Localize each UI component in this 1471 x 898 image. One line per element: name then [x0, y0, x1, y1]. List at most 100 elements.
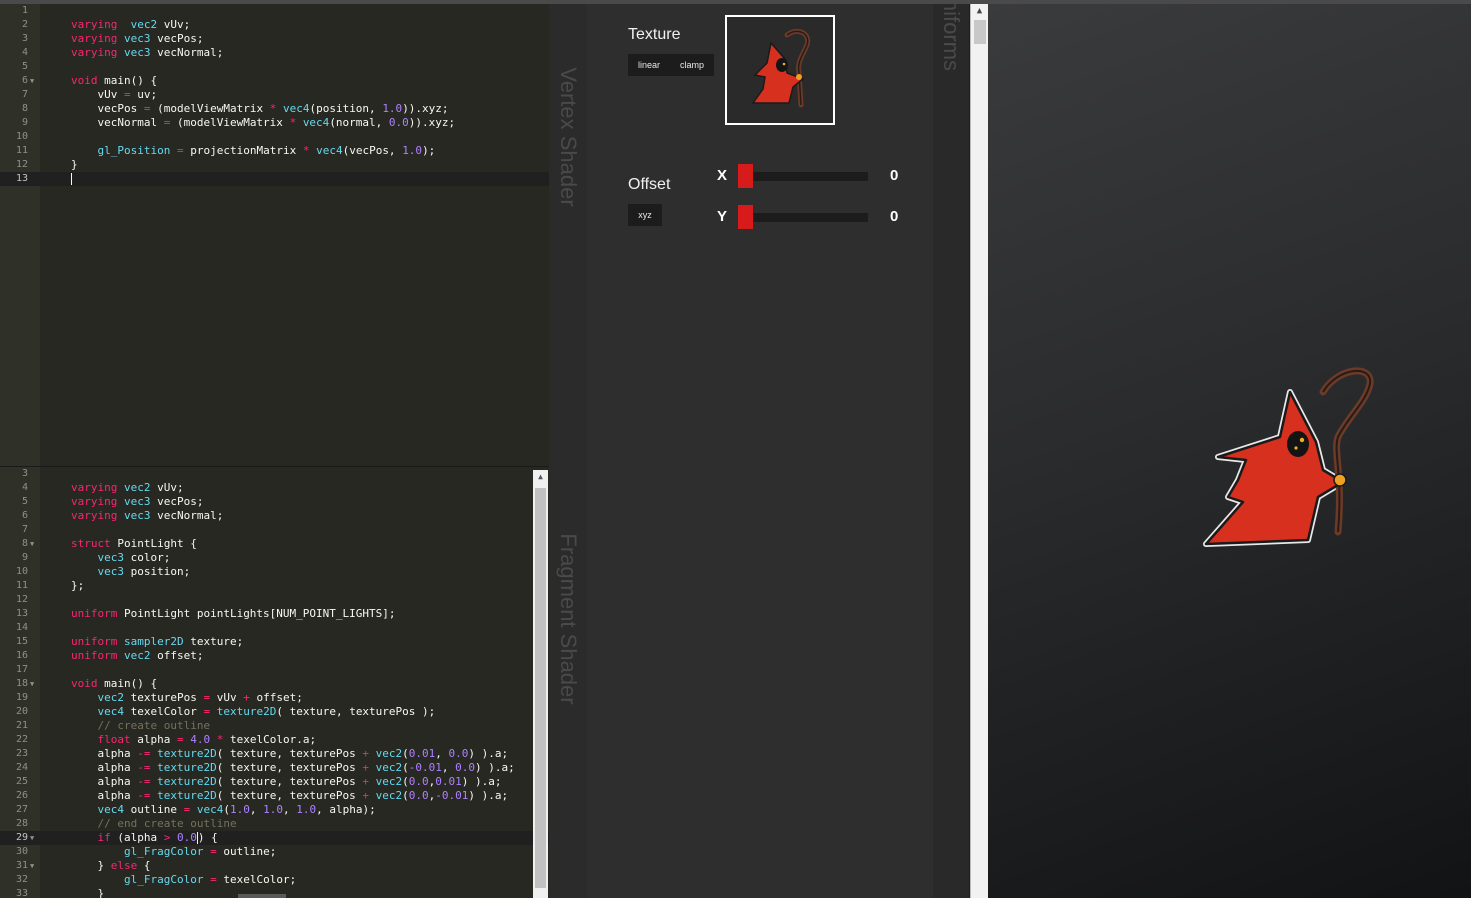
render-viewport[interactable]: [988, 4, 1471, 898]
code-line[interactable]: 18 ▼ void main() {: [0, 677, 549, 691]
code-line[interactable]: 9 vecNormal = (modelViewMatrix * vec4(no…: [0, 116, 549, 130]
fragment-horizontal-scrollbar[interactable]: [238, 894, 286, 898]
code-text[interactable]: gl_Position = projectionMatrix * vec4(ve…: [71, 144, 436, 158]
vertex-code-lines[interactable]: 1 2 varying vec2 vUv; 3 varying vec3 vecPos;…: [0, 4, 549, 186]
fragment-code-lines[interactable]: 3 4 varying vec2 vUv; 5 varying vec3 vecPos;…: [0, 467, 549, 898]
code-line[interactable]: 23 alpha -= texture2D( texture, textureP…: [0, 747, 549, 761]
code-text[interactable]: vec4 texelColor = texture2D( texture, te…: [71, 705, 436, 719]
code-line[interactable]: 4 varying vec3 vecNormal;: [0, 46, 549, 60]
code-line[interactable]: 22 float alpha = 4.0 * texelColor.a;: [0, 733, 549, 747]
code-line[interactable]: 9 vec3 color;: [0, 551, 549, 565]
code-text[interactable]: alpha -= texture2D( texture, texturePos …: [71, 747, 508, 761]
fold-arrow-icon[interactable]: ▼: [30, 537, 34, 551]
fold-arrow-icon[interactable]: ▼: [30, 859, 34, 873]
code-line[interactable]: 12}: [0, 158, 549, 172]
code-text[interactable]: vecPos = (modelViewMatrix * vec4(positio…: [71, 102, 448, 116]
code-text[interactable]: varying vec2 vUv;: [71, 18, 190, 32]
code-line[interactable]: 11 gl_Position = projectionMatrix * vec4…: [0, 144, 549, 158]
code-text[interactable]: varying vec3 vecPos;: [71, 495, 203, 509]
offset-type-button[interactable]: xyz: [628, 204, 662, 226]
code-line[interactable]: 5 varying vec3 vecPos;: [0, 495, 549, 509]
code-text[interactable]: uniform PointLight pointLights[NUM_POINT…: [71, 607, 396, 621]
code-text[interactable]: vecNormal = (modelViewMatrix * vec4(norm…: [71, 116, 455, 130]
code-text[interactable]: gl_FragColor = outline;: [71, 845, 276, 859]
code-line[interactable]: 25 alpha -= texture2D( texture, textureP…: [0, 775, 549, 789]
fragment-shader-editor[interactable]: 3 4 varying vec2 vUv; 5 varying vec3 vecPos;…: [0, 466, 549, 898]
fold-arrow-icon[interactable]: ▼: [30, 74, 34, 88]
texture-wrap-button[interactable]: clamp: [680, 54, 704, 76]
code-line[interactable]: 11};: [0, 579, 549, 593]
slider-thumb[interactable]: [738, 164, 753, 188]
code-text[interactable]: vUv = uv;: [71, 88, 157, 102]
code-line[interactable]: 5: [0, 60, 549, 74]
code-text[interactable]: varying vec3 vecNormal;: [71, 46, 223, 60]
code-text[interactable]: if (alpha > 0.0) {: [71, 831, 218, 845]
code-text[interactable]: }: [71, 158, 78, 172]
code-text[interactable]: vec3 color;: [71, 551, 171, 565]
uniforms-scrollbar[interactable]: ▲: [970, 4, 988, 898]
code-text[interactable]: } else {: [71, 859, 150, 873]
code-text[interactable]: struct PointLight {: [71, 537, 197, 551]
code-line[interactable]: 4 varying vec2 vUv;: [0, 481, 549, 495]
code-text[interactable]: void main() {: [71, 677, 157, 691]
code-line[interactable]: 7 vUv = uv;: [0, 88, 549, 102]
code-text[interactable]: varying vec2 vUv;: [71, 481, 184, 495]
code-line[interactable]: 16 uniform vec2 offset;: [0, 649, 549, 663]
fold-arrow-icon[interactable]: ▼: [30, 677, 34, 691]
code-text[interactable]: gl_FragColor = texelColor;: [71, 873, 296, 887]
code-line[interactable]: 8 ▼ struct PointLight {: [0, 537, 549, 551]
tab-fragment-shader[interactable]: Fragment Shader: [549, 466, 587, 898]
code-text[interactable]: };: [71, 579, 84, 593]
code-line[interactable]: 17: [0, 663, 549, 677]
code-text[interactable]: uniform sampler2D texture;: [71, 635, 243, 649]
scroll-up-arrow-icon[interactable]: ▲: [533, 470, 548, 484]
tab-vertex-shader[interactable]: Vertex Shader: [549, 4, 587, 466]
code-line[interactable]: 13 uniform PointLight pointLights[NUM_POI…: [0, 607, 549, 621]
code-text[interactable]: }: [71, 887, 104, 898]
code-text[interactable]: vec4 outline = vec4(1.0, 1.0, 1.0, alpha…: [71, 803, 376, 817]
texture-preview[interactable]: [725, 15, 835, 125]
code-line[interactable]: 12: [0, 593, 549, 607]
code-text[interactable]: varying vec3 vecNormal;: [71, 509, 223, 523]
offset-y-slider[interactable]: [738, 205, 868, 229]
code-line[interactable]: 6 ▼ void main() {: [0, 74, 549, 88]
code-text[interactable]: uniform vec2 offset;: [71, 649, 203, 663]
code-text[interactable]: alpha -= texture2D( texture, texturePos …: [71, 789, 508, 803]
code-line[interactable]: 26 alpha -= texture2D( texture, textureP…: [0, 789, 549, 803]
code-text[interactable]: void main() {: [71, 74, 157, 88]
code-line[interactable]: 24 alpha -= texture2D( texture, textureP…: [0, 761, 549, 775]
code-line[interactable]: 27 vec4 outline = vec4(1.0, 1.0, 1.0, al…: [0, 803, 549, 817]
tab-uniforms[interactable]: Uniforms: [933, 4, 969, 898]
code-line[interactable]: 7: [0, 523, 549, 537]
code-text[interactable]: float alpha = 4.0 * texelColor.a;: [71, 733, 317, 747]
code-text[interactable]: // end create outline: [71, 817, 237, 831]
code-line[interactable]: 13: [0, 172, 549, 186]
code-line[interactable]: 31 ▼ } else {: [0, 859, 549, 873]
code-text[interactable]: [71, 172, 72, 186]
code-line[interactable]: 15 uniform sampler2D texture;: [0, 635, 549, 649]
code-line[interactable]: 30 gl_FragColor = outline;: [0, 845, 549, 859]
code-line[interactable]: 1: [0, 4, 549, 18]
code-text[interactable]: // create outline: [71, 719, 211, 733]
code-line[interactable]: 3 varying vec3 vecPos;: [0, 32, 549, 46]
code-text[interactable]: varying vec3 vecPos;: [71, 32, 203, 46]
code-line[interactable]: 14: [0, 621, 549, 635]
code-line[interactable]: 28 // end create outline: [0, 817, 549, 831]
texture-filter-button[interactable]: linear: [638, 54, 660, 76]
code-text[interactable]: alpha -= texture2D( texture, texturePos …: [71, 761, 514, 775]
scroll-up-arrow-icon[interactable]: ▲: [971, 4, 988, 18]
code-text[interactable]: vec2 texturePos = vUv + offset;: [71, 691, 303, 705]
code-text[interactable]: vec3 position;: [71, 565, 191, 579]
code-line[interactable]: 32 gl_FragColor = texelColor;: [0, 873, 549, 887]
code-line[interactable]: 10: [0, 130, 549, 144]
code-line[interactable]: 3: [0, 467, 549, 481]
code-line[interactable]: 19 vec2 texturePos = vUv + offset;: [0, 691, 549, 705]
code-line[interactable]: 29 ▼ if (alpha > 0.0) {: [0, 831, 549, 845]
offset-x-slider[interactable]: [738, 164, 868, 188]
scrollbar-thumb[interactable]: [974, 20, 986, 44]
code-line[interactable]: 6 varying vec3 vecNormal;: [0, 509, 549, 523]
vertex-shader-editor[interactable]: 1 2 varying vec2 vUv; 3 varying vec3 vecPos;…: [0, 4, 549, 466]
scrollbar-thumb[interactable]: [535, 488, 546, 888]
fragment-scrollbar[interactable]: ▲: [533, 470, 548, 898]
code-text[interactable]: alpha -= texture2D( texture, texturePos …: [71, 775, 501, 789]
